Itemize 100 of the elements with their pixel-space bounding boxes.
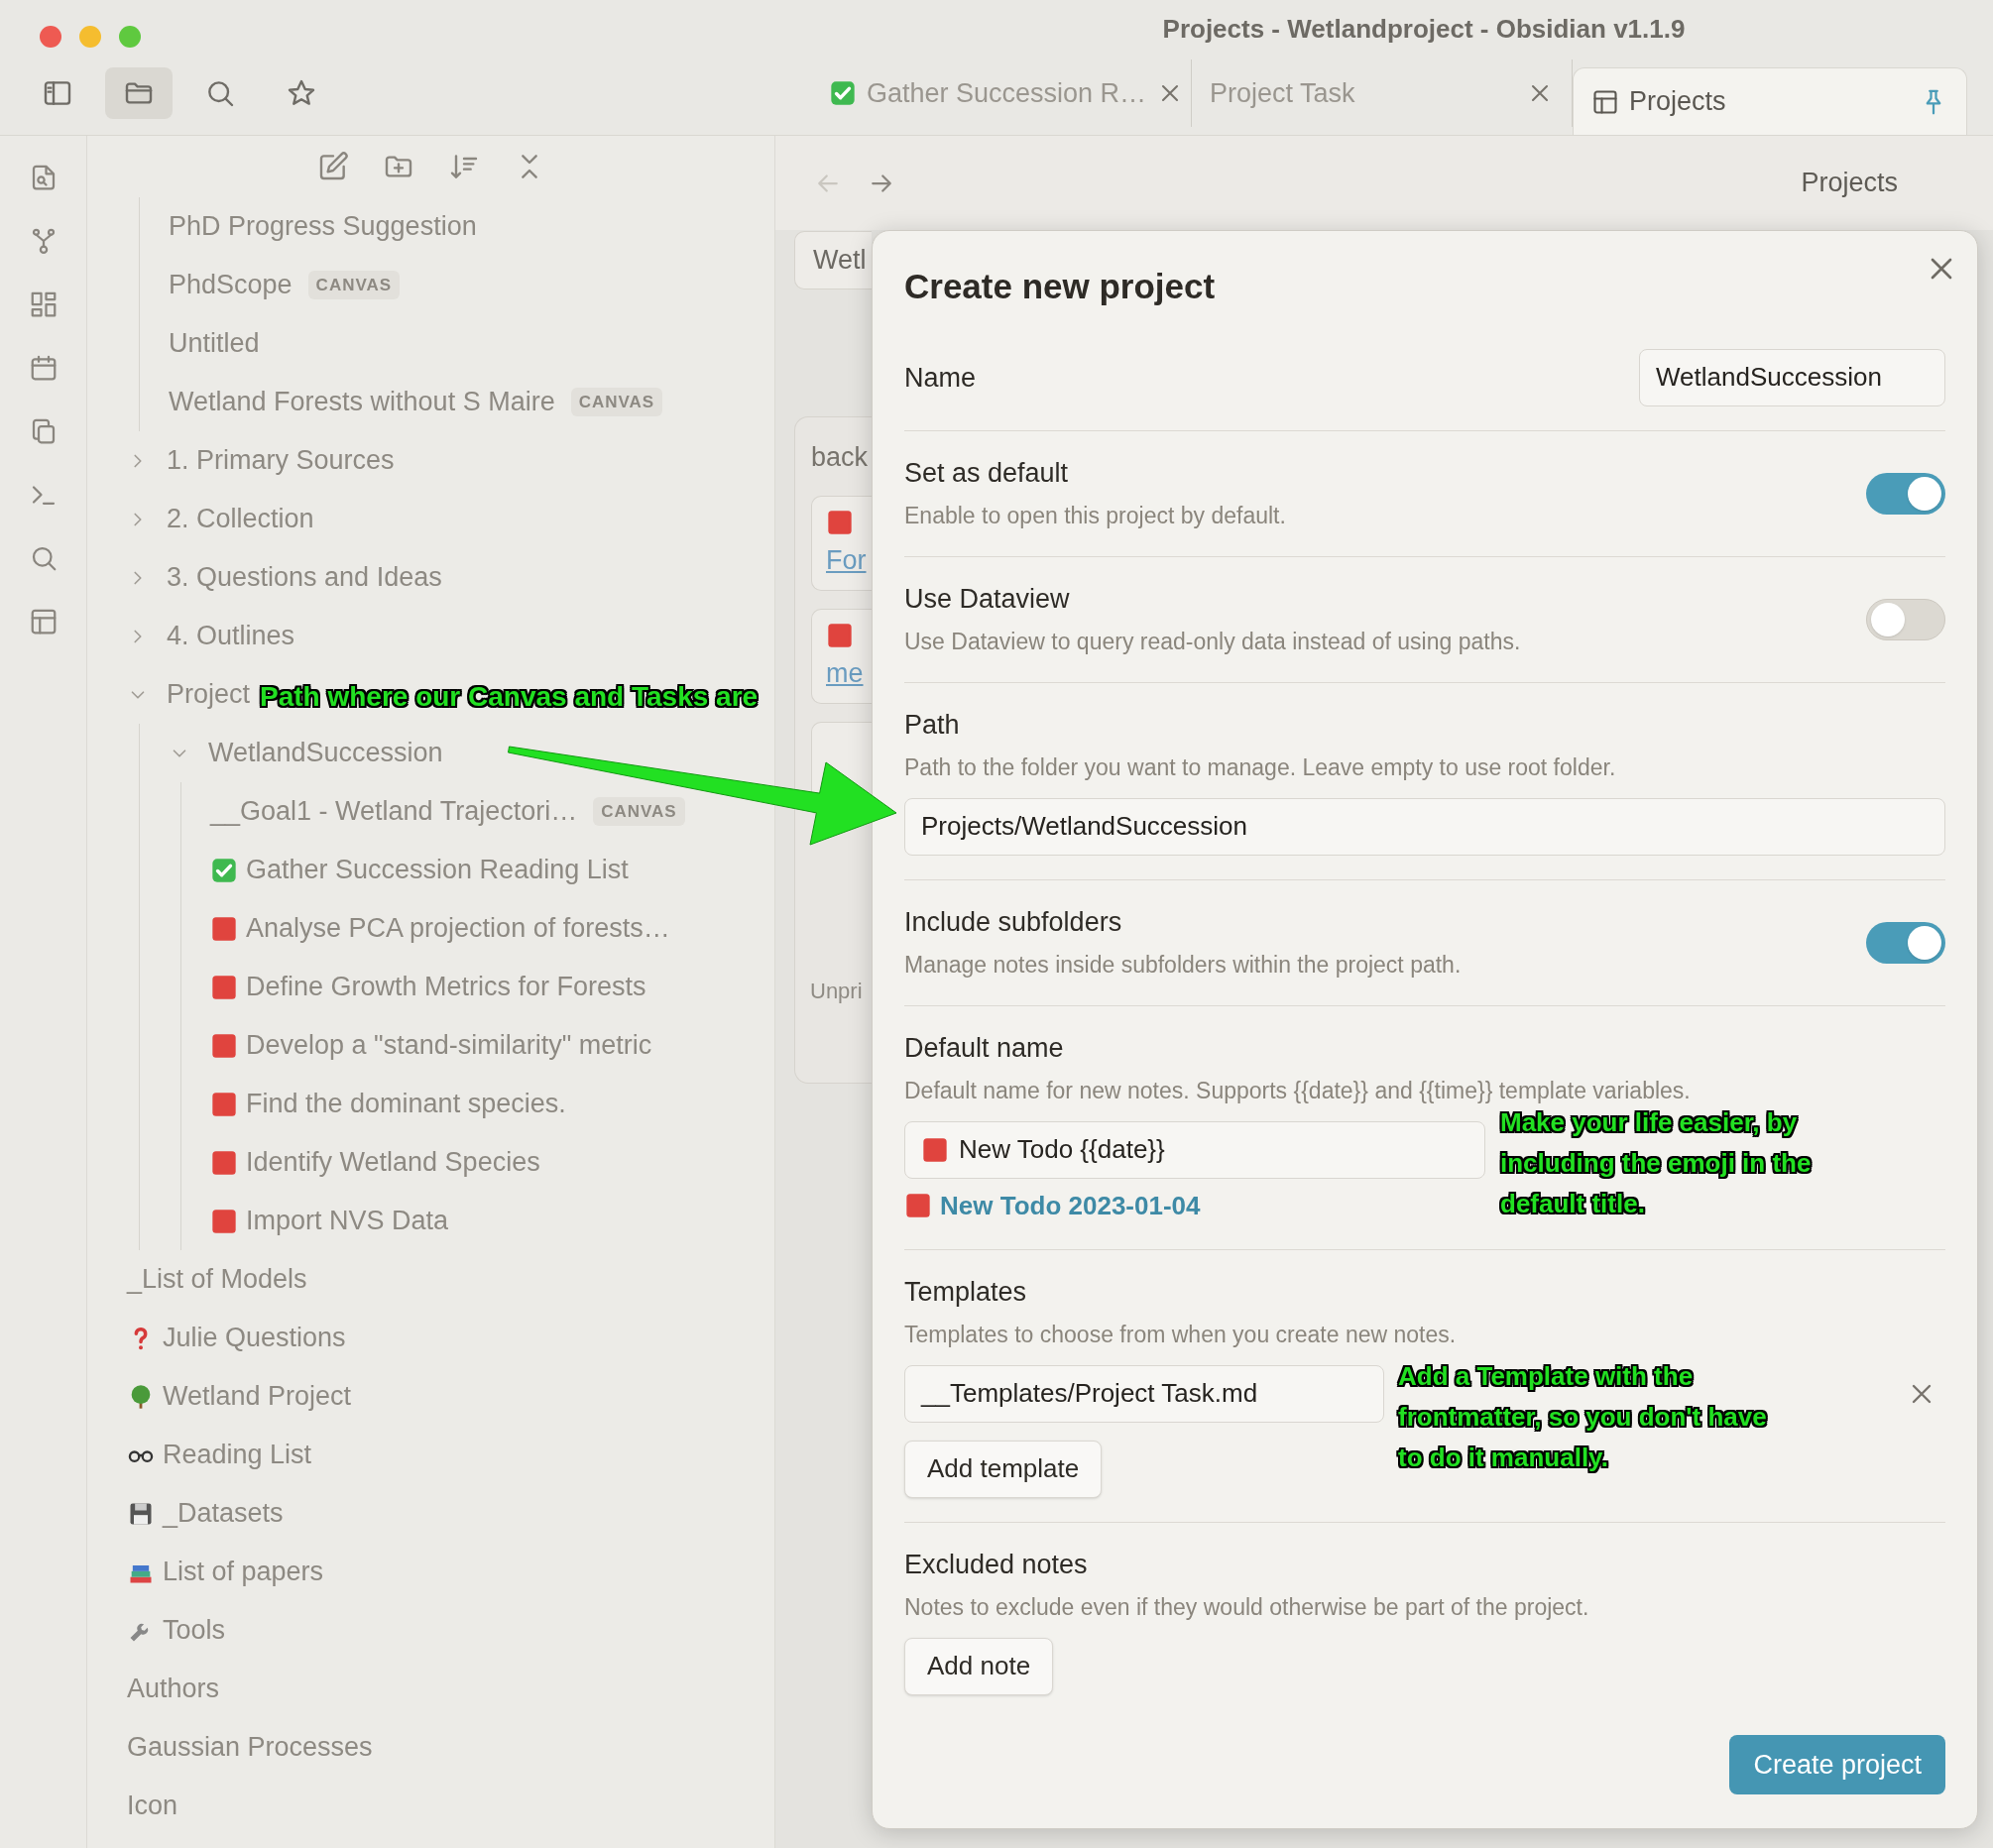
path-field[interactable]: Projects/WetlandSuccession: [904, 797, 1945, 856]
field-label: Name: [904, 361, 977, 395]
file-name: Authors: [127, 1673, 220, 1706]
file-name: WetlandSuccession: [208, 737, 443, 770]
file-name: Tools: [163, 1614, 226, 1648]
checkmark-icon: [829, 79, 857, 107]
file-item[interactable]: Develop a "stand-similarity" metric: [181, 1016, 658, 1075]
file-item[interactable]: Gaussian Processes: [87, 1718, 379, 1777]
task-square-icon: [210, 1148, 238, 1177]
create-project-button[interactable]: Create project: [1729, 1735, 1945, 1794]
file-name: 3. Questions and Ideas: [167, 561, 442, 595]
file-name: Analyse PCA projection of forests…: [246, 912, 670, 946]
file-name: Find the dominant species.: [246, 1088, 566, 1121]
folder-item[interactable]: WetlandSuccession: [140, 724, 449, 782]
footer-text: Unpri: [810, 978, 864, 1005]
file-item[interactable]: List of papers: [87, 1543, 330, 1601]
file-item[interactable]: Wetland Project: [87, 1367, 358, 1426]
tab-label: Projects: [1629, 85, 1727, 119]
folder-item[interactable]: 2. Collection: [87, 490, 320, 548]
folder-item[interactable]: 3. Questions and Ideas: [87, 548, 448, 607]
window-title: Projects - Wetlandproject - Obsidian v1.1.9: [1162, 13, 1686, 46]
task-square-icon: [826, 621, 854, 649]
task-link[interactable]: For: [826, 539, 872, 580]
folder-item[interactable]: 1. Primary Sources: [87, 431, 401, 490]
file-item[interactable]: Icon: [87, 1777, 184, 1835]
file-item[interactable]: Wetland Forests without S Maire CANVAS: [140, 373, 669, 431]
file-item[interactable]: Identify Wetland Species: [181, 1133, 546, 1192]
task-square-icon: [210, 1031, 238, 1060]
default-name-field[interactable]: New Todo {{date}}: [904, 1120, 1485, 1179]
file-name: Reading List: [163, 1439, 312, 1472]
toggle-switch[interactable]: [1866, 921, 1945, 964]
toggle-switch[interactable]: [1866, 598, 1945, 640]
file-item[interactable]: PhdScope CANVAS: [140, 256, 407, 314]
file-item[interactable]: Authors: [87, 1660, 226, 1718]
file-name: Define Growth Metrics for Forests: [246, 971, 646, 1004]
file-name: _Datasets: [163, 1497, 284, 1531]
file-name: Project: [167, 678, 251, 712]
add-template-button[interactable]: Add template: [904, 1440, 1103, 1498]
tab-label: Gather Succession R…: [867, 76, 1147, 110]
tab-label: Project Task: [1210, 76, 1356, 110]
task-square-icon: [210, 973, 238, 1001]
file-name: 1. Primary Sources: [167, 444, 395, 478]
zoom-window-button[interactable]: [119, 26, 141, 48]
file-item[interactable]: _List of Models: [87, 1250, 313, 1309]
annotation-text: Make your life easier, by including the emoji in the default title.: [1500, 1106, 1813, 1220]
setting-label: Use Dataview: [904, 582, 1071, 616]
file-item[interactable]: Untitled: [140, 314, 266, 373]
task-square-icon: [210, 1207, 238, 1235]
file-item[interactable]: Julie Questions: [87, 1309, 352, 1367]
file-name: Identify Wetland Species: [246, 1146, 540, 1180]
toggle-switch[interactable]: [1866, 472, 1945, 515]
field-description: Default name for new notes. Supports {{date}} and {{time}} template variables.: [904, 1076, 1692, 1105]
file-name: Icon: [127, 1790, 178, 1823]
file-name: Wetland Forests without S Maire: [169, 386, 555, 419]
file-item[interactable]: _Datasets: [87, 1484, 290, 1543]
file-name: Untitled: [169, 327, 260, 361]
setting-label: Set as default: [904, 456, 1070, 490]
field-label: Default name: [904, 1031, 1065, 1065]
file-name: Gather Succession Reading List: [246, 854, 629, 887]
field-description: Notes to exclude even if they would otherwise be part of the project.: [904, 1592, 1590, 1622]
task-card[interactable]: me: [811, 608, 872, 704]
task-link[interactable]: me: [826, 652, 872, 693]
file-item[interactable]: Reading List: [87, 1426, 318, 1484]
folder-item[interactable]: 4. Outlines: [87, 607, 301, 665]
file-item[interactable]: Define Growth Metrics for Forests: [181, 958, 652, 1016]
setting-label: Include subfolders: [904, 905, 1123, 939]
setting-description: Enable to open this project by default.: [904, 501, 1286, 530]
file-item[interactable]: Tools: [87, 1601, 232, 1660]
name-field[interactable]: WetlandSuccession: [1639, 348, 1945, 406]
field-label: Excluded notes: [904, 1548, 1089, 1581]
view-tab[interactable]: Wetl: [794, 231, 872, 289]
annotation-text: Path where our Canvas and Tasks are: [260, 680, 759, 714]
field-value: New Todo {{date}}: [959, 1133, 1165, 1166]
folder-button[interactable]: [105, 66, 173, 119]
layout-icon: [1591, 87, 1619, 116]
file-item[interactable]: Gather Succession Reading List: [181, 841, 635, 899]
file-item[interactable]: Import NVS Data: [181, 1192, 455, 1250]
column-title: back: [811, 441, 870, 474]
file-item[interactable]: Analyse PCA projection of forests…: [181, 899, 676, 958]
file-name: List of papers: [163, 1556, 324, 1589]
folder-item[interactable]: Project: [87, 665, 257, 724]
file-name: 2. Collection: [167, 503, 314, 536]
file-name: Gaussian Processes: [127, 1731, 373, 1765]
dialog-title: Create new project: [904, 266, 1216, 307]
add-note-button[interactable]: Add note: [904, 1637, 1054, 1695]
file-name: Import NVS Data: [246, 1205, 449, 1238]
tab[interactable]: Projects: [1573, 67, 1967, 135]
close-window-button[interactable]: [40, 26, 61, 48]
task-card[interactable]: For: [811, 495, 872, 591]
file-item[interactable]: __Goal1 - Wetland Trajectori… CANVAS: [181, 782, 691, 841]
file-name: Develop a "stand-similarity" metric: [246, 1029, 652, 1063]
setting-description: Manage notes inside subfolders within the project path.: [904, 950, 1462, 980]
tab[interactable]: Gather Succession R…: [811, 59, 1192, 127]
file-name: __Goal1 - Wetland Trajectori…: [210, 795, 578, 829]
task-square-icon: [904, 1192, 932, 1219]
task-square-icon: [921, 1135, 949, 1164]
file-item[interactable]: PhD Progress Suggestion: [140, 197, 483, 256]
template-field[interactable]: __Templates/Project Task.md: [904, 1364, 1384, 1423]
file-name: PhdScope: [169, 269, 293, 302]
file-item[interactable]: Find the dominant species.: [181, 1075, 572, 1133]
